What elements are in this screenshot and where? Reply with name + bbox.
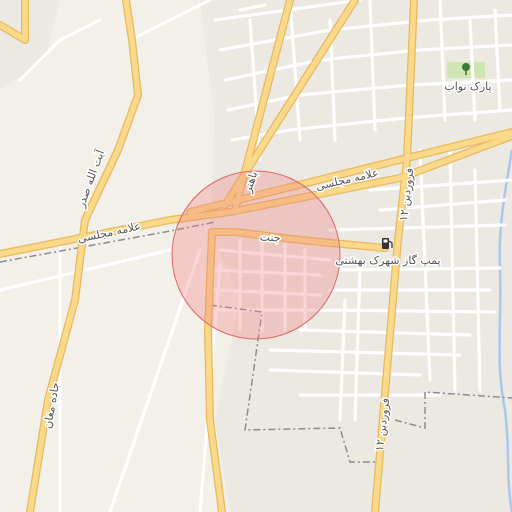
- street-label-jannat: جنت: [259, 230, 281, 244]
- poi-label-gas-station: پمپ گاز شهرک بهشتی: [335, 254, 440, 267]
- highlight-radius[interactable]: [171, 170, 341, 340]
- map-view[interactable]: علامه مجلسی علامه مجلسی آیت الله صدر جاد…: [0, 0, 512, 512]
- poi-label-park-navvab: پارک نواب: [444, 80, 491, 93]
